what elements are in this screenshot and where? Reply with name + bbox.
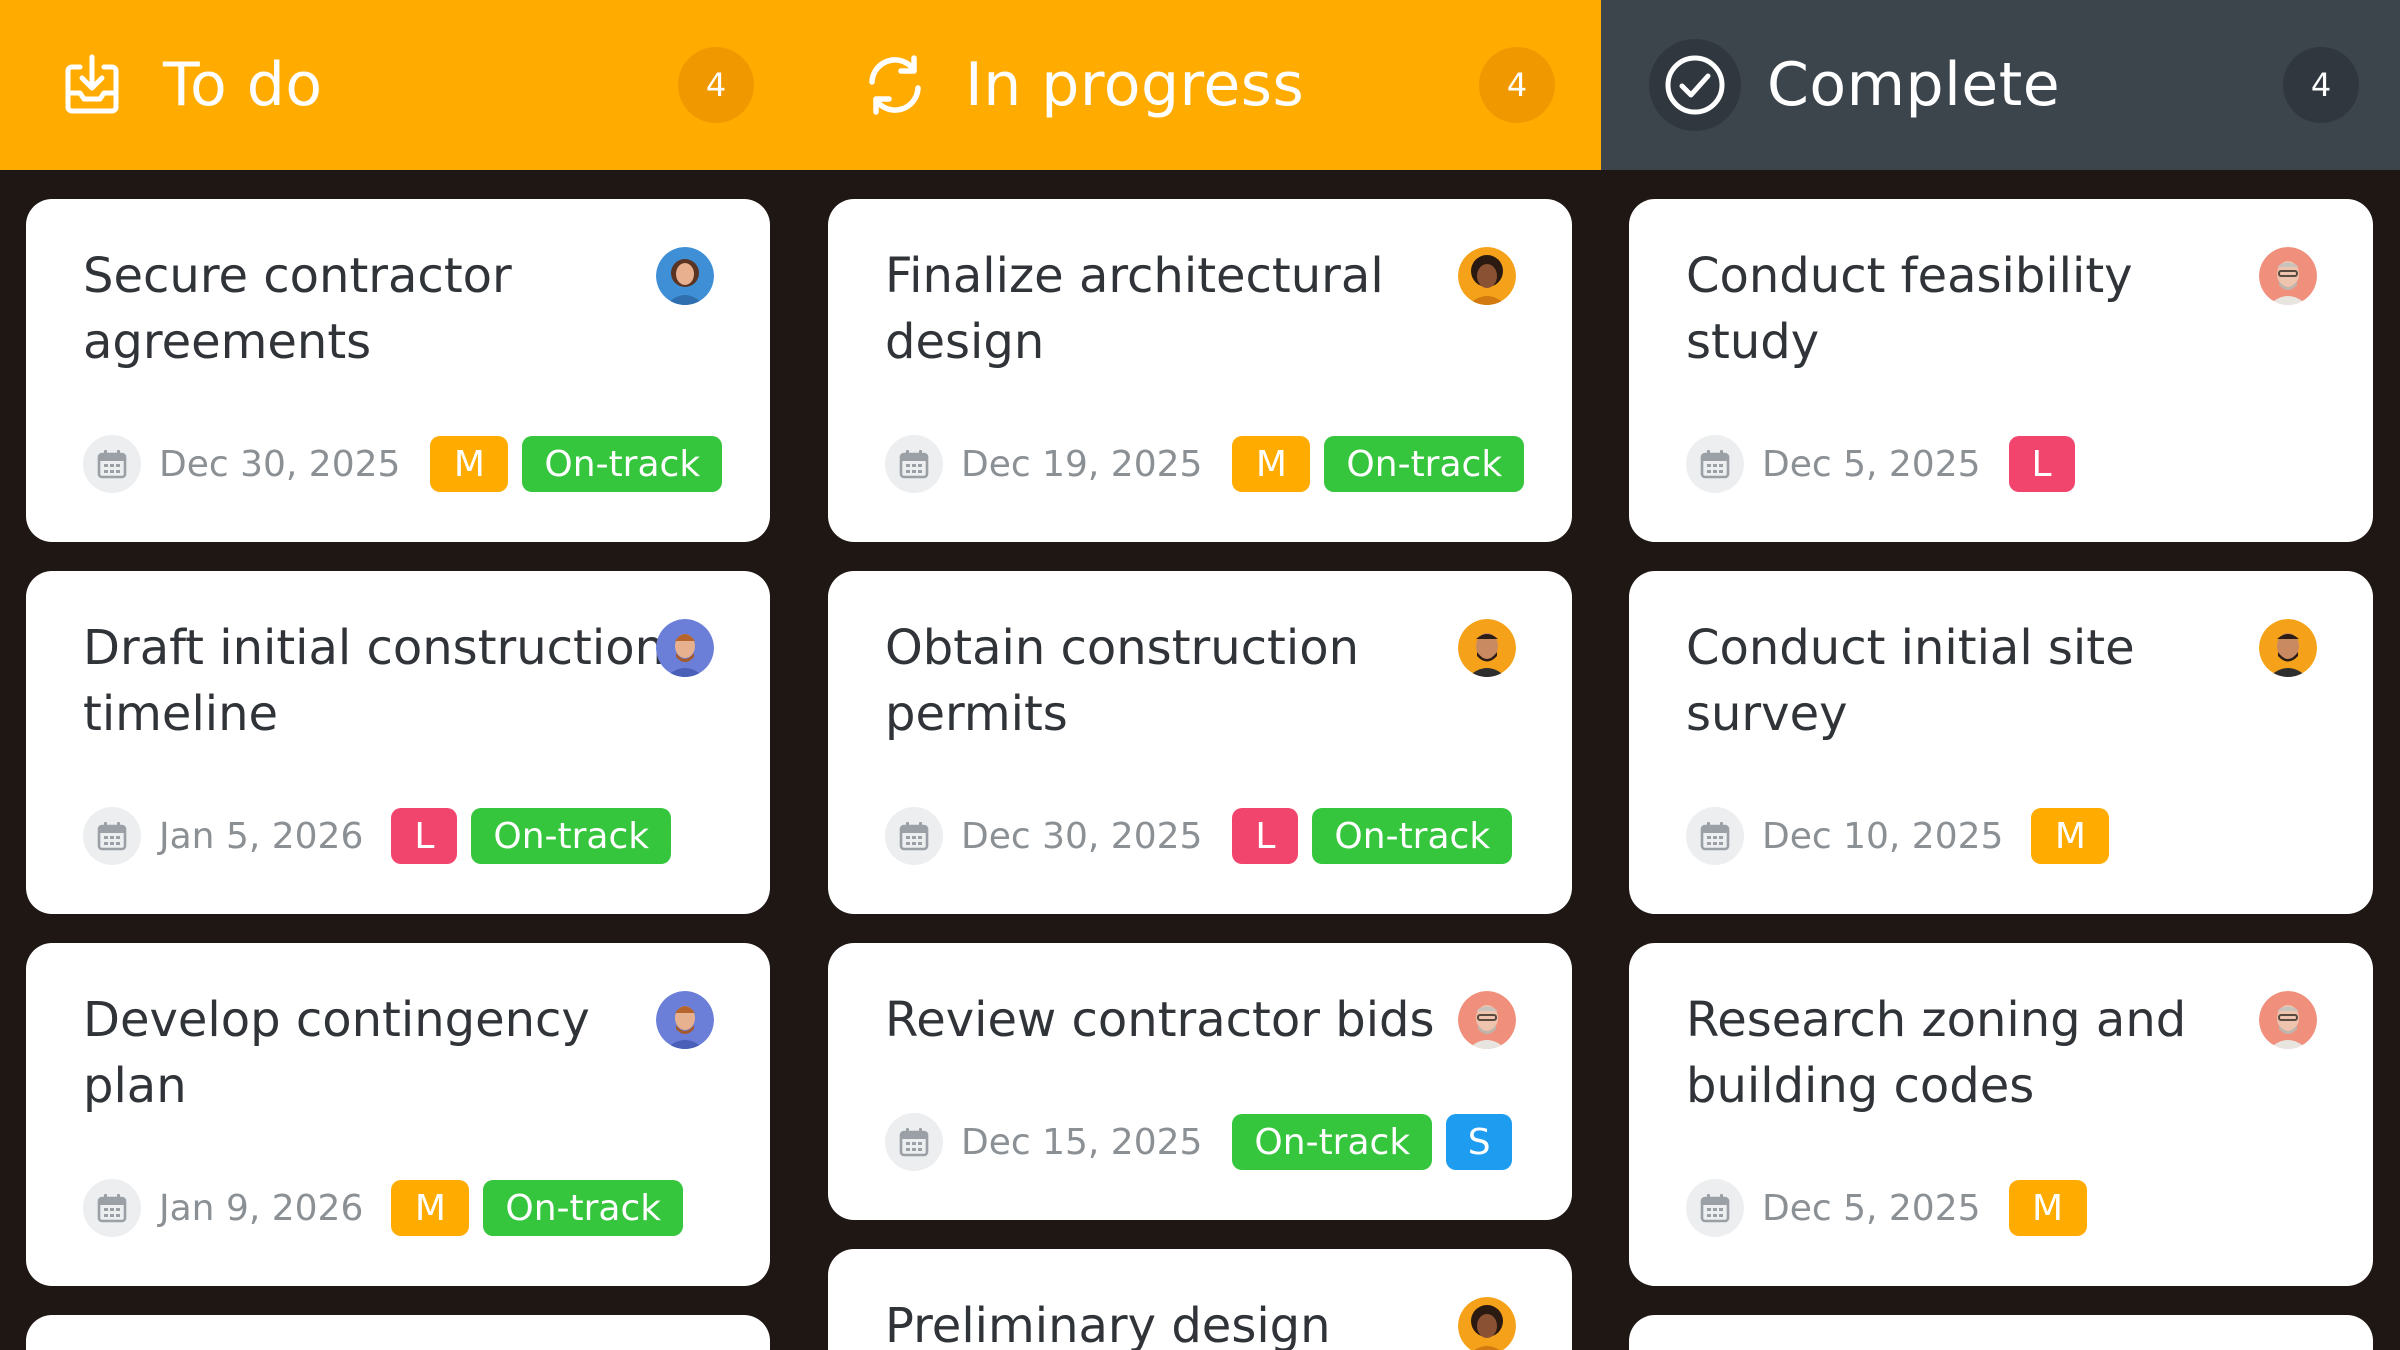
task-card[interactable]: Draft initial construction timeline Jan … [26, 571, 770, 914]
task-title: Preliminary design [885, 1298, 1331, 1350]
task-title: Conduct initial site survey [1686, 620, 2135, 742]
task-card[interactable]: Research zoning and building codes Dec 5… [1629, 943, 2373, 1286]
calendar-icon [885, 435, 943, 493]
assignee-avatar[interactable] [2259, 247, 2317, 305]
check-circle-icon [1649, 39, 1741, 131]
task-card-partial[interactable] [26, 1315, 770, 1350]
column-title: In progress [965, 50, 1305, 120]
size-badge: M [391, 1180, 470, 1236]
calendar-icon [1686, 807, 1744, 865]
due-date: Dec 10, 2025 [1762, 815, 2004, 857]
calendar-icon [83, 807, 141, 865]
column-title: Complete [1767, 50, 2061, 120]
column-count-badge: 4 [678, 47, 754, 123]
due-date: Dec 5, 2025 [1762, 443, 1981, 485]
size-badge: M [2008, 1180, 2087, 1236]
task-card[interactable]: Obtain construction permits Dec 30, 2025… [828, 571, 1572, 914]
calendar-icon [885, 807, 943, 865]
assignee-avatar[interactable] [1458, 247, 1516, 305]
assignee-avatar[interactable] [1458, 991, 1516, 1049]
calendar-icon [1686, 435, 1744, 493]
task-card[interactable]: Conduct initial site survey Dec 10, 2025… [1629, 571, 2373, 914]
due-date: Jan 5, 2026 [159, 815, 364, 857]
column-title: To do [163, 50, 323, 120]
due-date: Dec 5, 2025 [1762, 1187, 1981, 1229]
assignee-avatar[interactable] [1458, 619, 1516, 677]
assignee-avatar[interactable] [2259, 991, 2317, 1049]
column-count-badge: 4 [1479, 47, 1555, 123]
size-badge: M [430, 436, 509, 492]
assignee-avatar[interactable] [656, 991, 714, 1049]
assignee-avatar[interactable] [2259, 619, 2317, 677]
due-date: Jan 9, 2026 [159, 1187, 364, 1229]
task-title: Draft initial construction timeline [83, 620, 665, 742]
assignee-avatar[interactable] [1458, 1297, 1516, 1350]
assignee-avatar[interactable] [656, 619, 714, 677]
size-badge: S [1446, 1114, 1513, 1170]
task-title: Develop contingency plan [83, 992, 590, 1114]
status-badge: On-track [471, 808, 672, 864]
status-badge: On-track [483, 1180, 684, 1236]
column-header-in-progress[interactable]: In progress 4 [801, 0, 1601, 170]
column-header-complete[interactable]: Complete 4 [1601, 0, 2400, 170]
calendar-icon [83, 435, 141, 493]
task-title: Secure contractor agreements [83, 248, 512, 370]
task-title: Conduct feasibility study [1686, 248, 2133, 370]
calendar-icon [1686, 1179, 1744, 1237]
task-card[interactable]: Develop contingency plan Jan 9, 2026 M O… [26, 943, 770, 1286]
task-card[interactable]: Conduct feasibility study Dec 5, 2025 L [1629, 199, 2373, 542]
task-card-partial[interactable] [1629, 1315, 2373, 1350]
size-badge: M [1232, 436, 1311, 492]
status-badge: On-track [522, 436, 723, 492]
due-date: Dec 30, 2025 [961, 815, 1203, 857]
calendar-icon [885, 1113, 943, 1171]
due-date: Dec 15, 2025 [961, 1121, 1203, 1163]
task-title: Obtain construction permits [885, 620, 1359, 742]
inbox-download-icon [55, 48, 129, 122]
task-title: Finalize architectural design [885, 248, 1384, 370]
task-card[interactable]: Finalize architectural design Dec 19, 20… [828, 199, 1572, 542]
status-badge: On-track [1232, 1114, 1433, 1170]
column-count-badge: 4 [2283, 47, 2359, 123]
task-title: Research zoning and building codes [1686, 992, 2187, 1114]
task-card[interactable]: Preliminary design [828, 1249, 1572, 1350]
calendar-icon [83, 1179, 141, 1237]
task-title: Review contractor bids [885, 992, 1435, 1048]
size-badge: L [391, 808, 458, 864]
status-badge: On-track [1312, 808, 1513, 864]
due-date: Dec 19, 2025 [961, 443, 1203, 485]
task-card[interactable]: Review contractor bids Dec 15, 2025 On-t… [828, 943, 1572, 1220]
size-badge: M [2031, 808, 2110, 864]
refresh-icon [858, 48, 932, 122]
status-badge: On-track [1324, 436, 1525, 492]
task-card[interactable]: Secure contractor agreements Dec 30, 202… [26, 199, 770, 542]
size-badge: L [2008, 436, 2075, 492]
column-header-todo[interactable]: To do 4 [0, 0, 801, 170]
due-date: Dec 30, 2025 [159, 443, 401, 485]
kanban-board: To do 4 In progress 4 Complete 4 Secure … [0, 0, 2400, 1350]
assignee-avatar[interactable] [656, 247, 714, 305]
size-badge: L [1232, 808, 1299, 864]
